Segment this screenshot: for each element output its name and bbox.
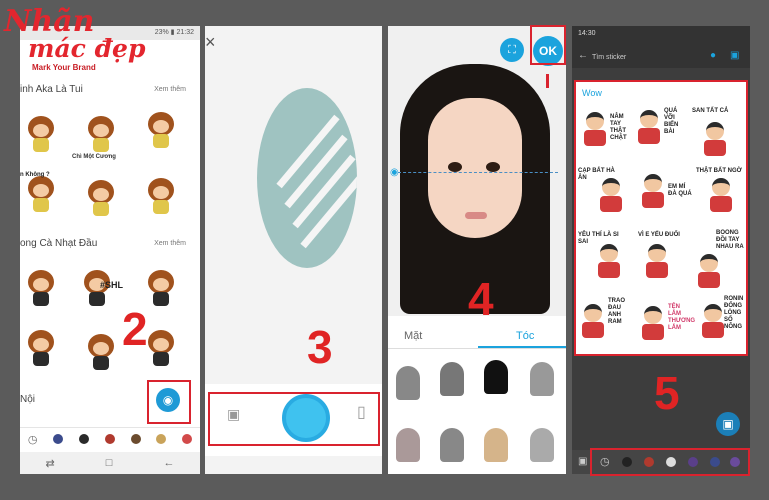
sticker[interactable] <box>24 116 58 154</box>
sticker[interactable] <box>84 334 118 372</box>
logo-tagline: Mark Your Brand <box>32 63 96 72</box>
home-nav-icon[interactable]: □ <box>106 457 113 469</box>
screen-face-editor: ◉ ⛶ OK 4 Mặt Tóc <box>388 26 566 474</box>
arrow-pointer <box>546 74 549 88</box>
add-sticker-fab-button[interactable]: ▣ <box>716 412 740 436</box>
back-arrow-icon[interactable]: ← <box>578 50 588 61</box>
guide-line <box>398 172 558 173</box>
sticker-pack-tab[interactable] <box>130 434 141 444</box>
section-title: Nội <box>20 394 36 405</box>
recents-nav-icon[interactable]: ⇄ <box>46 457 55 470</box>
highlight-capture-bar <box>208 392 380 446</box>
sticker[interactable] <box>144 178 178 216</box>
step-number: 4 <box>468 273 494 325</box>
sticker-caption: n Không ? <box>20 172 50 178</box>
sticker[interactable] <box>144 112 178 150</box>
sticker-pack-tab[interactable] <box>156 434 167 444</box>
step-number: 3 <box>307 321 333 373</box>
profile-icon[interactable]: ● <box>710 50 716 61</box>
highlight-camera-button <box>147 380 191 424</box>
android-nav-bar: ⇄ □ ← <box>20 452 200 474</box>
store-icon[interactable]: ▣ <box>730 50 739 61</box>
hair-style-option[interactable] <box>484 428 508 462</box>
sticker-tab-bar: ◷ <box>20 427 200 450</box>
eye-guide-icon[interactable]: ◉ <box>390 167 399 178</box>
see-more-link[interactable]: Xem thêm <box>154 240 186 247</box>
sticker[interactable] <box>84 180 118 218</box>
editor-tabs: Mặt Tóc <box>388 326 566 349</box>
expand-icon: ⛶ <box>508 44 516 56</box>
hair-style-option[interactable] <box>484 360 508 394</box>
top-bar: 14:30 Tìm sticker ← ● ▣ <box>572 26 750 68</box>
highlight-ok-button <box>530 25 566 65</box>
sticker-caption: #SHL <box>100 280 124 290</box>
tab-indicator <box>478 346 566 348</box>
logo-line1: Nhãn <box>4 4 95 39</box>
search-input[interactable]: Tìm sticker <box>592 54 626 61</box>
step-number: 2 <box>122 303 148 355</box>
sticker[interactable] <box>144 330 178 368</box>
tab-hair[interactable]: Tóc <box>516 330 534 342</box>
sticker-pack-tab[interactable] <box>53 434 64 444</box>
hair-style-option[interactable] <box>530 362 554 396</box>
step-number: 5 <box>654 367 680 419</box>
keyboard-icon[interactable]: ▣ <box>578 456 587 467</box>
sticker[interactable] <box>24 270 58 308</box>
hair-style-option[interactable] <box>440 362 464 396</box>
sticker[interactable] <box>144 270 178 308</box>
sticker[interactable] <box>24 330 58 368</box>
section-title: ong Cà Nhạt Đầu <box>20 238 98 249</box>
highlight-sticker-tabs <box>590 448 750 476</box>
see-more-link[interactable]: Xem thêm <box>154 86 186 93</box>
sticker-icon: ▣ <box>722 417 734 431</box>
status-time: 14:30 <box>578 30 596 37</box>
sticker[interactable] <box>24 176 58 214</box>
highlight-sticker-pack <box>574 80 748 356</box>
hair-style-option[interactable] <box>440 428 464 462</box>
camera-preview-oval <box>257 88 357 268</box>
sticker-pack-tab[interactable] <box>104 434 115 444</box>
sticker[interactable] <box>84 116 118 154</box>
logo-line2: mác đẹp <box>28 34 146 63</box>
brand-logo: Nhãn mác đẹp Mark Your Brand <box>4 4 146 73</box>
hair-style-option[interactable] <box>396 428 420 462</box>
fullscreen-button[interactable]: ⛶ <box>500 38 524 62</box>
hair-style-option[interactable] <box>530 428 554 462</box>
recent-clock-icon[interactable]: ◷ <box>28 433 38 446</box>
close-icon[interactable]: × <box>205 32 216 53</box>
tab-face[interactable]: Mặt <box>404 330 422 342</box>
hair-style-option[interactable] <box>396 366 420 400</box>
sticker-caption: Chì Một Cương <box>72 154 116 160</box>
back-nav-icon[interactable]: ← <box>163 457 174 469</box>
face-photo <box>428 98 522 238</box>
section-title: inh Aka Là Tui <box>20 84 83 95</box>
sticker-pack-tab[interactable] <box>182 434 193 444</box>
sticker-pack-tab[interactable] <box>79 434 90 444</box>
